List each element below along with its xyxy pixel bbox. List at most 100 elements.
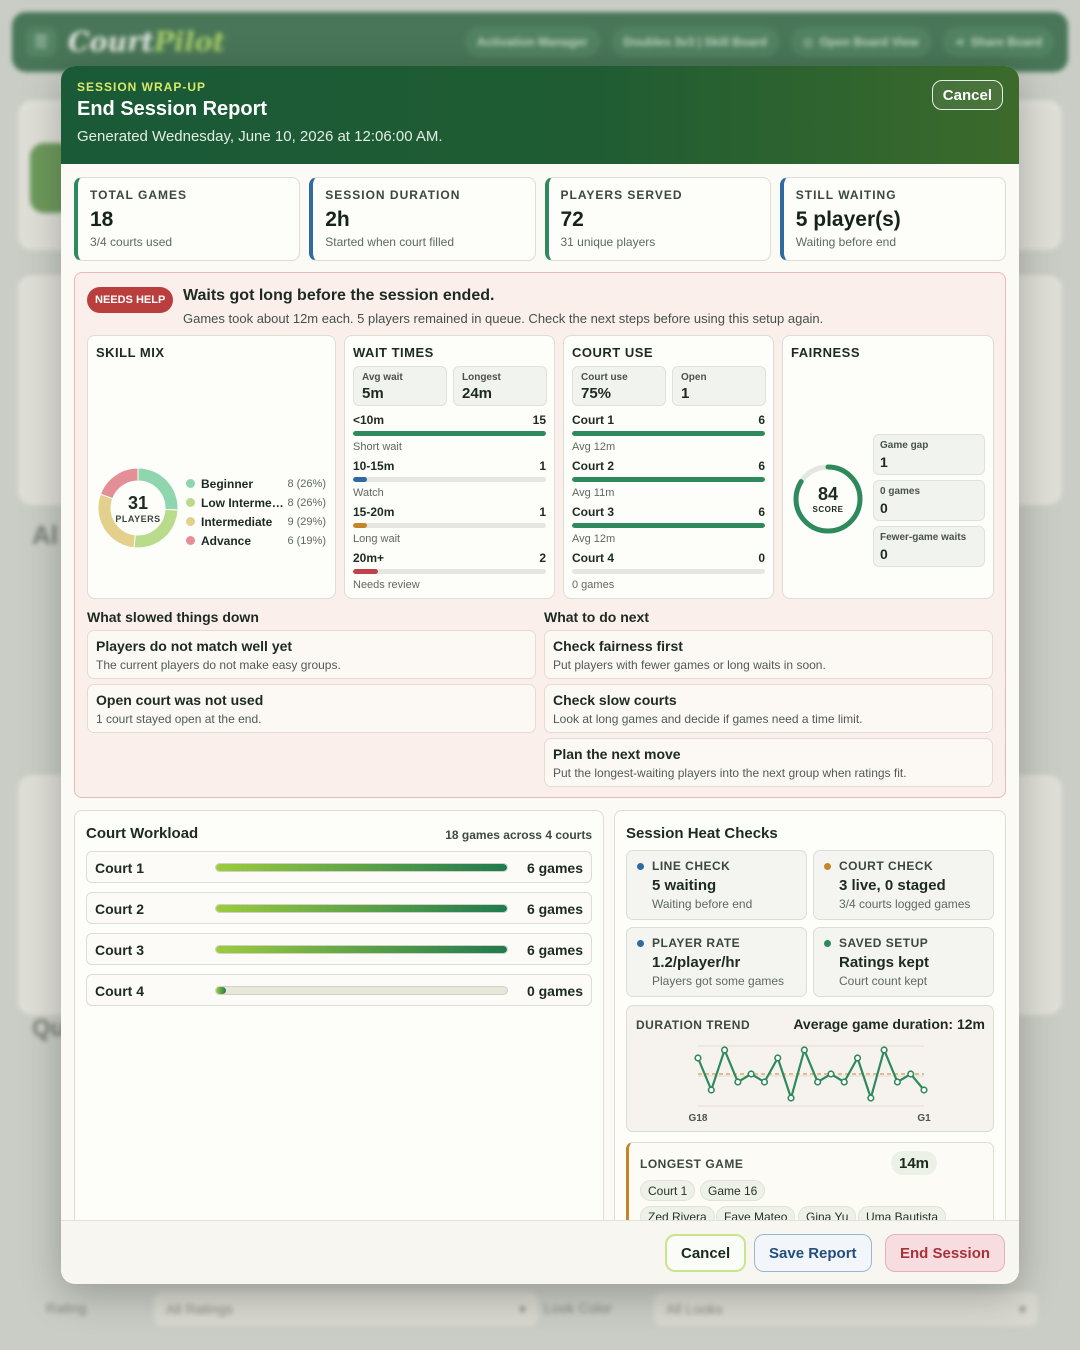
status-dot [637,939,644,947]
row-count: 6 [758,505,765,519]
heat-label: PLAYER RATE [652,936,741,950]
note-title: Check slow courts [553,692,677,708]
note-text: 1 court stayed open at the end. [96,712,262,726]
heat-note: Players got some games [652,974,785,988]
row-track [353,477,546,482]
donut-total: 31 [127,492,149,513]
end-session-button[interactable]: End Session [885,1234,1006,1272]
fcard-label: 0 games [880,486,921,497]
fairness-game-gap: Game gap 1 [873,434,985,475]
trend-point [800,1046,808,1054]
trend-point [840,1078,848,1086]
wait-row: <10m 15 Short wait [353,413,546,459]
trend-point [867,1094,875,1102]
chevron-down-icon: ▾ [518,1300,526,1317]
trend-point [827,1070,835,1078]
select-value: All Looks [666,1301,723,1317]
legend-item: Advance 6 (19%) [186,531,326,550]
workload-fill [216,987,226,994]
mini-label: Open [681,372,707,383]
legend-name: Low Intermediate [201,495,285,510]
row-track [572,477,765,482]
workload-row: Court 1 6 games [86,851,592,883]
next-steps-heading: What to do next [544,609,649,625]
row-label: 15-20m [353,505,395,519]
player-chip: Zed Rivera [640,1206,715,1220]
nav-label: Doubles 3v3 | Skill Board [623,35,767,49]
stat-label: TOTAL GAMES [90,188,188,202]
menu-icon: ☰ [26,27,56,57]
summary-stats: TOTAL GAMES 18 3/4 courts used SESSION D… [74,177,1006,261]
row-count: 1 [539,505,546,519]
trend-point [694,1054,702,1062]
logo-part-b: Pilot [153,26,226,58]
cancel-button[interactable]: Cancel [665,1234,747,1272]
trend-point [853,1054,862,1062]
logo-part-a: Court [68,26,154,58]
legend-item: Low Intermediate8 (26%) [186,493,326,512]
nav-label: Open Board View [819,35,919,49]
workload-track [215,986,508,995]
heat-value: Ratings kept [839,954,930,971]
nav-label: Activation Manager [476,35,588,49]
court-use-row: Court 1 6 Avg 12m [572,413,765,459]
trend-point [707,1086,715,1094]
workload-track [215,904,508,913]
row-fill [572,431,765,436]
status-dot [637,862,644,870]
row-label: Court 1 [572,413,614,427]
trend-point [747,1070,755,1078]
trend-point [734,1078,742,1086]
heat-card-court-check: COURT CHECK 3 live, 0 staged 3/4 courts … [813,850,994,920]
row-track [572,523,765,528]
row-label: <10m [353,413,385,427]
row-note: Avg 12m [572,533,616,545]
slowed-heading: What slowed things down [87,609,259,625]
row-fill [353,523,367,528]
wait-row: 15-20m 1 Long wait [353,505,546,551]
modal-title: End Session Report [77,98,268,120]
stat-session-duration: SESSION DURATION 2h Started when court f… [309,177,536,261]
stat-label: PLAYERS SERVED [560,188,683,202]
fairness-score-ring: 84 SCORE [791,462,865,536]
heat-note: 3/4 courts logged games [839,897,971,911]
fcard-value: 0 [880,546,888,562]
row-fill [353,477,367,482]
player-chip: Uma Bautista [858,1206,947,1220]
save-report-button[interactable]: Save Report [754,1234,872,1272]
row-note: Needs review [353,579,420,591]
panel-title: COURT USE [572,345,654,360]
heat-note: Waiting before end [652,897,753,911]
modal-body: TOTAL GAMES 18 3/4 courts used SESSION D… [61,164,1019,1220]
player-chip: Faye Mateo [716,1206,796,1220]
slowed-item: Open court was not used 1 court stayed o… [87,684,536,733]
donut-center: 31 PLAYERS [96,466,180,550]
heat-value: 1.2/player/hr [652,954,741,971]
skill-donut: 31 PLAYERS [96,466,180,550]
workload-title: Court Workload [86,825,199,842]
row-count: 2 [539,551,546,565]
row-note: Watch [353,487,384,499]
workload-fill [216,946,507,953]
select-value: All Ratings [166,1301,233,1317]
modal-header: SESSION WRAP-UP End Session Report Gener… [61,66,1019,164]
stat-players-served: PLAYERS SERVED 72 31 unique players [544,177,771,261]
stat-label: STILL WAITING [795,188,897,202]
heat-value: 3 live, 0 staged [839,877,946,894]
court-name: Court 3 [95,942,144,958]
court-use-rows: Court 1 6 Avg 12m Court 2 6 Avg 11m Court … [572,413,765,597]
fcard-value: 1 [880,454,888,470]
legend-swatch [186,536,195,545]
heat-card-line-check: LINE CHECK 5 waiting Waiting before end [626,850,807,920]
note-title: Open court was not used [96,692,264,708]
header-cancel-button[interactable]: Cancel [931,80,1003,110]
nav-share-board: ⋖ Share Board [942,27,1054,57]
bg-heading-fragment: Al [32,520,58,550]
bg-filter-label: Rating [46,1300,87,1316]
note-text: Look at long games and decide if games n… [553,712,863,726]
court-use-row: Court 3 6 Avg 12m [572,505,765,551]
bg-rating-select: All Ratings ▾ [154,1292,538,1326]
row-fill [353,431,546,436]
workload-row: Court 2 6 games [86,892,592,924]
fairness-fewer-game-waits: Fewer-game waits 0 [873,526,985,567]
